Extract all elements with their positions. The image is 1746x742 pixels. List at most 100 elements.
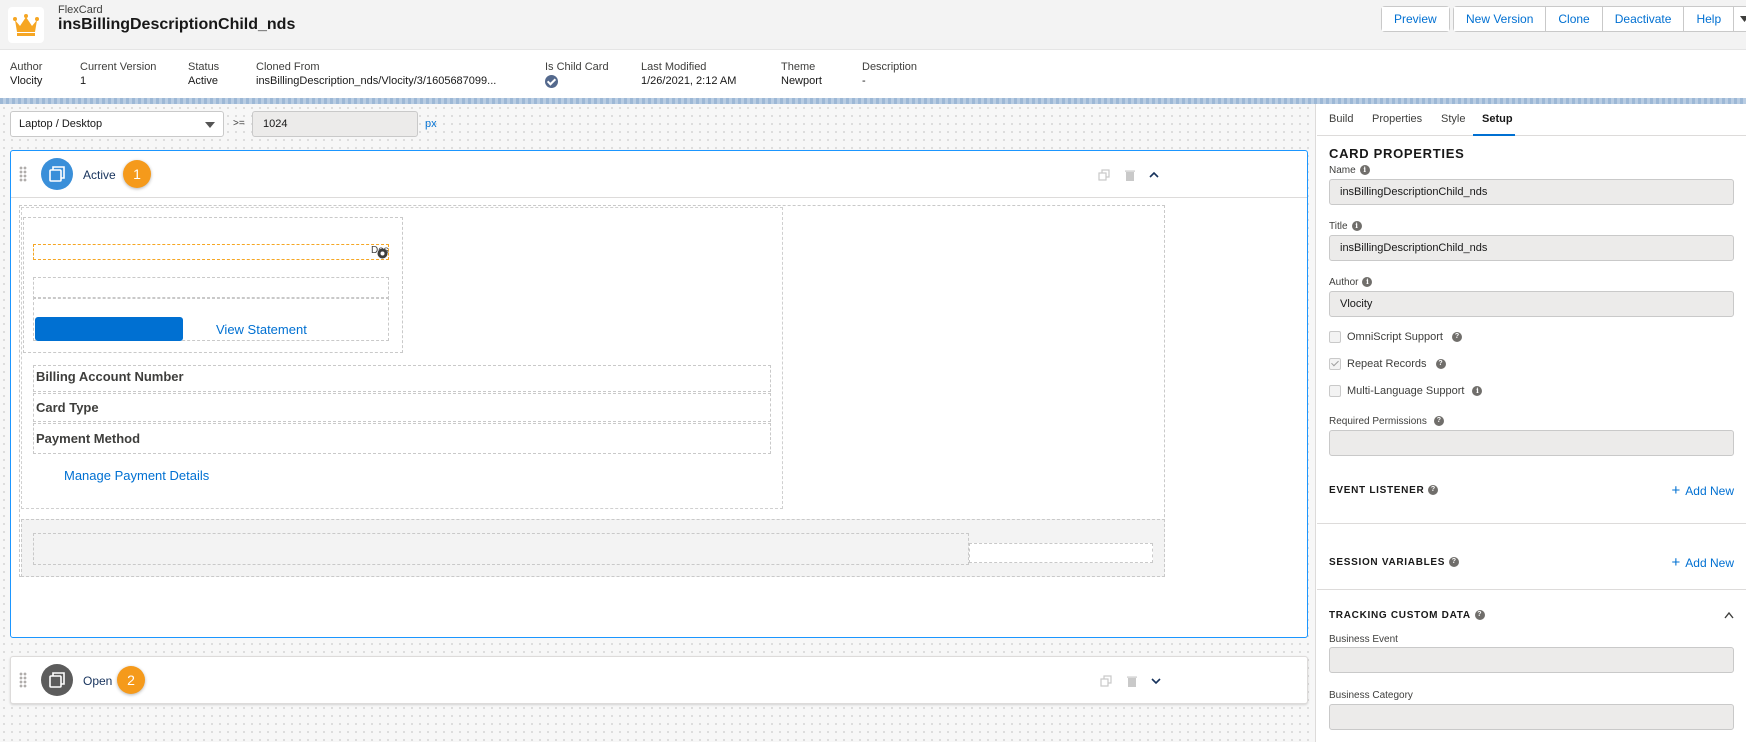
info-icon[interactable]: i bbox=[1351, 221, 1362, 232]
footer-field[interactable] bbox=[33, 533, 969, 565]
info-icon[interactable]: i bbox=[1472, 386, 1483, 396]
meta-last-modified: Last Modified 1/26/2021, 2:12 AM bbox=[641, 61, 737, 87]
tab-setup[interactable]: Setup bbox=[1482, 113, 1513, 125]
empty-field[interactable] bbox=[33, 277, 389, 299]
new-version-button[interactable]: New Version bbox=[1454, 7, 1547, 31]
manage-payment-details-link[interactable]: Manage Payment Details bbox=[64, 468, 209, 483]
business-event-label: Business Event bbox=[1329, 634, 1398, 645]
delete-icon[interactable] bbox=[1124, 169, 1136, 181]
copy-icon[interactable] bbox=[1100, 675, 1112, 687]
meta-author: Author Vlocity bbox=[10, 61, 43, 87]
breakpoint-width-input[interactable]: 1024 bbox=[252, 111, 418, 137]
state-active-panel[interactable]: Active 1 Des View Statement Billing Acco… bbox=[10, 150, 1308, 638]
business-event-input[interactable] bbox=[1329, 647, 1734, 673]
state-number-badge: 2 bbox=[117, 666, 145, 694]
state-header: Active 1 bbox=[11, 151, 1307, 198]
action-button-group: New Version Clone Deactivate Help bbox=[1453, 6, 1746, 32]
event-listener-title: EVENT LISTENER? bbox=[1329, 485, 1439, 496]
device-select[interactable]: Laptop / Desktop bbox=[10, 111, 224, 137]
state-open-panel[interactable]: Open 2 bbox=[10, 656, 1308, 704]
session-variables-title: SESSION VARIABLES? bbox=[1329, 557, 1460, 568]
author-label: Author i bbox=[1329, 277, 1373, 288]
state-name[interactable]: Active bbox=[83, 168, 116, 182]
crown-icon bbox=[8, 7, 44, 43]
card-type-label: Card Type bbox=[36, 400, 99, 415]
state-header: Open 2 bbox=[11, 657, 1307, 704]
eye-icon[interactable] bbox=[377, 248, 388, 259]
footer-input[interactable] bbox=[969, 543, 1153, 563]
help-icon[interactable]: ? bbox=[1451, 332, 1462, 342]
meta-description: Description - bbox=[862, 61, 918, 87]
plus-icon: + bbox=[1671, 482, 1681, 499]
chevron-down-icon bbox=[1739, 16, 1746, 22]
tab-style[interactable]: Style bbox=[1441, 113, 1465, 125]
title-input[interactable]: insBillingDescriptionChild_nds bbox=[1329, 235, 1734, 261]
caret-down-icon bbox=[205, 122, 215, 128]
omniscript-support-checkbox[interactable]: OmniScript Support ? bbox=[1329, 330, 1462, 344]
checkbox[interactable] bbox=[1329, 385, 1341, 397]
meta-is-child-card: Is Child Card bbox=[545, 61, 609, 92]
page-header: FlexCard insBillingDescriptionChild_nds … bbox=[0, 0, 1746, 50]
preview-button-group: Preview bbox=[1381, 6, 1450, 32]
design-canvas: Laptop / Desktop >= 1024 px Active 1 Des… bbox=[0, 104, 1316, 742]
meta-theme: Theme Newport bbox=[781, 61, 822, 87]
divider bbox=[1317, 523, 1746, 524]
chevron-down-icon[interactable] bbox=[1150, 675, 1162, 687]
business-category-input[interactable] bbox=[1329, 704, 1734, 730]
drag-handle-icon[interactable] bbox=[19, 166, 27, 182]
help-icon[interactable]: ? bbox=[1433, 416, 1444, 427]
page-title: insBillingDescriptionChild_nds bbox=[58, 16, 296, 33]
title-label: Title i bbox=[1329, 221, 1362, 232]
layers-icon bbox=[41, 158, 73, 190]
delete-icon[interactable] bbox=[1126, 675, 1138, 687]
business-category-label: Business Category bbox=[1329, 690, 1413, 701]
operator-label: >= bbox=[233, 118, 245, 129]
layers-icon bbox=[41, 664, 73, 696]
primary-action-button[interactable] bbox=[35, 317, 183, 341]
more-actions-button[interactable] bbox=[1734, 7, 1746, 31]
view-statement-link[interactable]: View Statement bbox=[216, 322, 307, 337]
clone-button[interactable]: Clone bbox=[1546, 7, 1603, 31]
field-row[interactable] bbox=[33, 423, 771, 454]
state-number-badge: 1 bbox=[123, 160, 151, 188]
multi-language-support-checkbox[interactable]: Multi-Language Support i bbox=[1329, 384, 1483, 398]
state-name[interactable]: Open bbox=[83, 674, 112, 688]
panel-tabs: Build Properties Style Setup bbox=[1317, 104, 1746, 136]
repeat-records-checkbox[interactable]: Repeat Records ? bbox=[1329, 357, 1446, 371]
add-session-variable-button[interactable]: + Add New bbox=[1672, 555, 1734, 570]
billing-account-number-label: Billing Account Number bbox=[36, 369, 184, 384]
help-button[interactable]: Help bbox=[1684, 7, 1735, 31]
author-input[interactable]: Vlocity bbox=[1329, 291, 1734, 317]
description-field-selected[interactable] bbox=[33, 244, 389, 260]
check-icon bbox=[545, 75, 558, 88]
drag-handle-icon[interactable] bbox=[19, 672, 27, 688]
checkbox[interactable] bbox=[1329, 331, 1341, 343]
name-label: Name i bbox=[1329, 165, 1370, 176]
tab-properties[interactable]: Properties bbox=[1372, 113, 1422, 125]
meta-cloned-from: Cloned From insBillingDescription_nds/Vl… bbox=[256, 61, 497, 87]
card-properties-title: CARD PROPERTIES bbox=[1329, 146, 1465, 161]
checkbox[interactable] bbox=[1329, 358, 1341, 370]
help-icon[interactable]: ? bbox=[1449, 557, 1460, 568]
active-tab-indicator bbox=[1473, 134, 1515, 136]
help-icon[interactable]: ? bbox=[1435, 359, 1446, 369]
help-icon[interactable]: ? bbox=[1474, 610, 1485, 621]
required-permissions-input[interactable] bbox=[1329, 430, 1734, 456]
chevron-up-icon[interactable] bbox=[1724, 611, 1734, 619]
tab-build[interactable]: Build bbox=[1329, 113, 1353, 125]
name-input[interactable]: insBillingDescriptionChild_nds bbox=[1329, 179, 1734, 205]
properties-panel: Build Properties Style Setup CARD PROPER… bbox=[1317, 104, 1746, 742]
help-icon[interactable]: ? bbox=[1428, 485, 1439, 496]
info-icon[interactable]: i bbox=[1359, 165, 1370, 176]
divider bbox=[1317, 589, 1746, 590]
copy-icon[interactable] bbox=[1098, 169, 1110, 181]
deactivate-button[interactable]: Deactivate bbox=[1602, 7, 1685, 31]
card-metadata: Author Vlocity Current Version 1 Status … bbox=[0, 50, 1746, 98]
app-type-label: FlexCard bbox=[58, 4, 103, 16]
meta-status: Status Active bbox=[188, 61, 220, 87]
preview-button[interactable]: Preview bbox=[1382, 7, 1449, 31]
field-row[interactable] bbox=[33, 393, 771, 422]
info-icon[interactable]: i bbox=[1362, 277, 1373, 288]
add-event-listener-button[interactable]: + Add New bbox=[1671, 482, 1734, 499]
chevron-up-icon[interactable] bbox=[1148, 169, 1160, 181]
